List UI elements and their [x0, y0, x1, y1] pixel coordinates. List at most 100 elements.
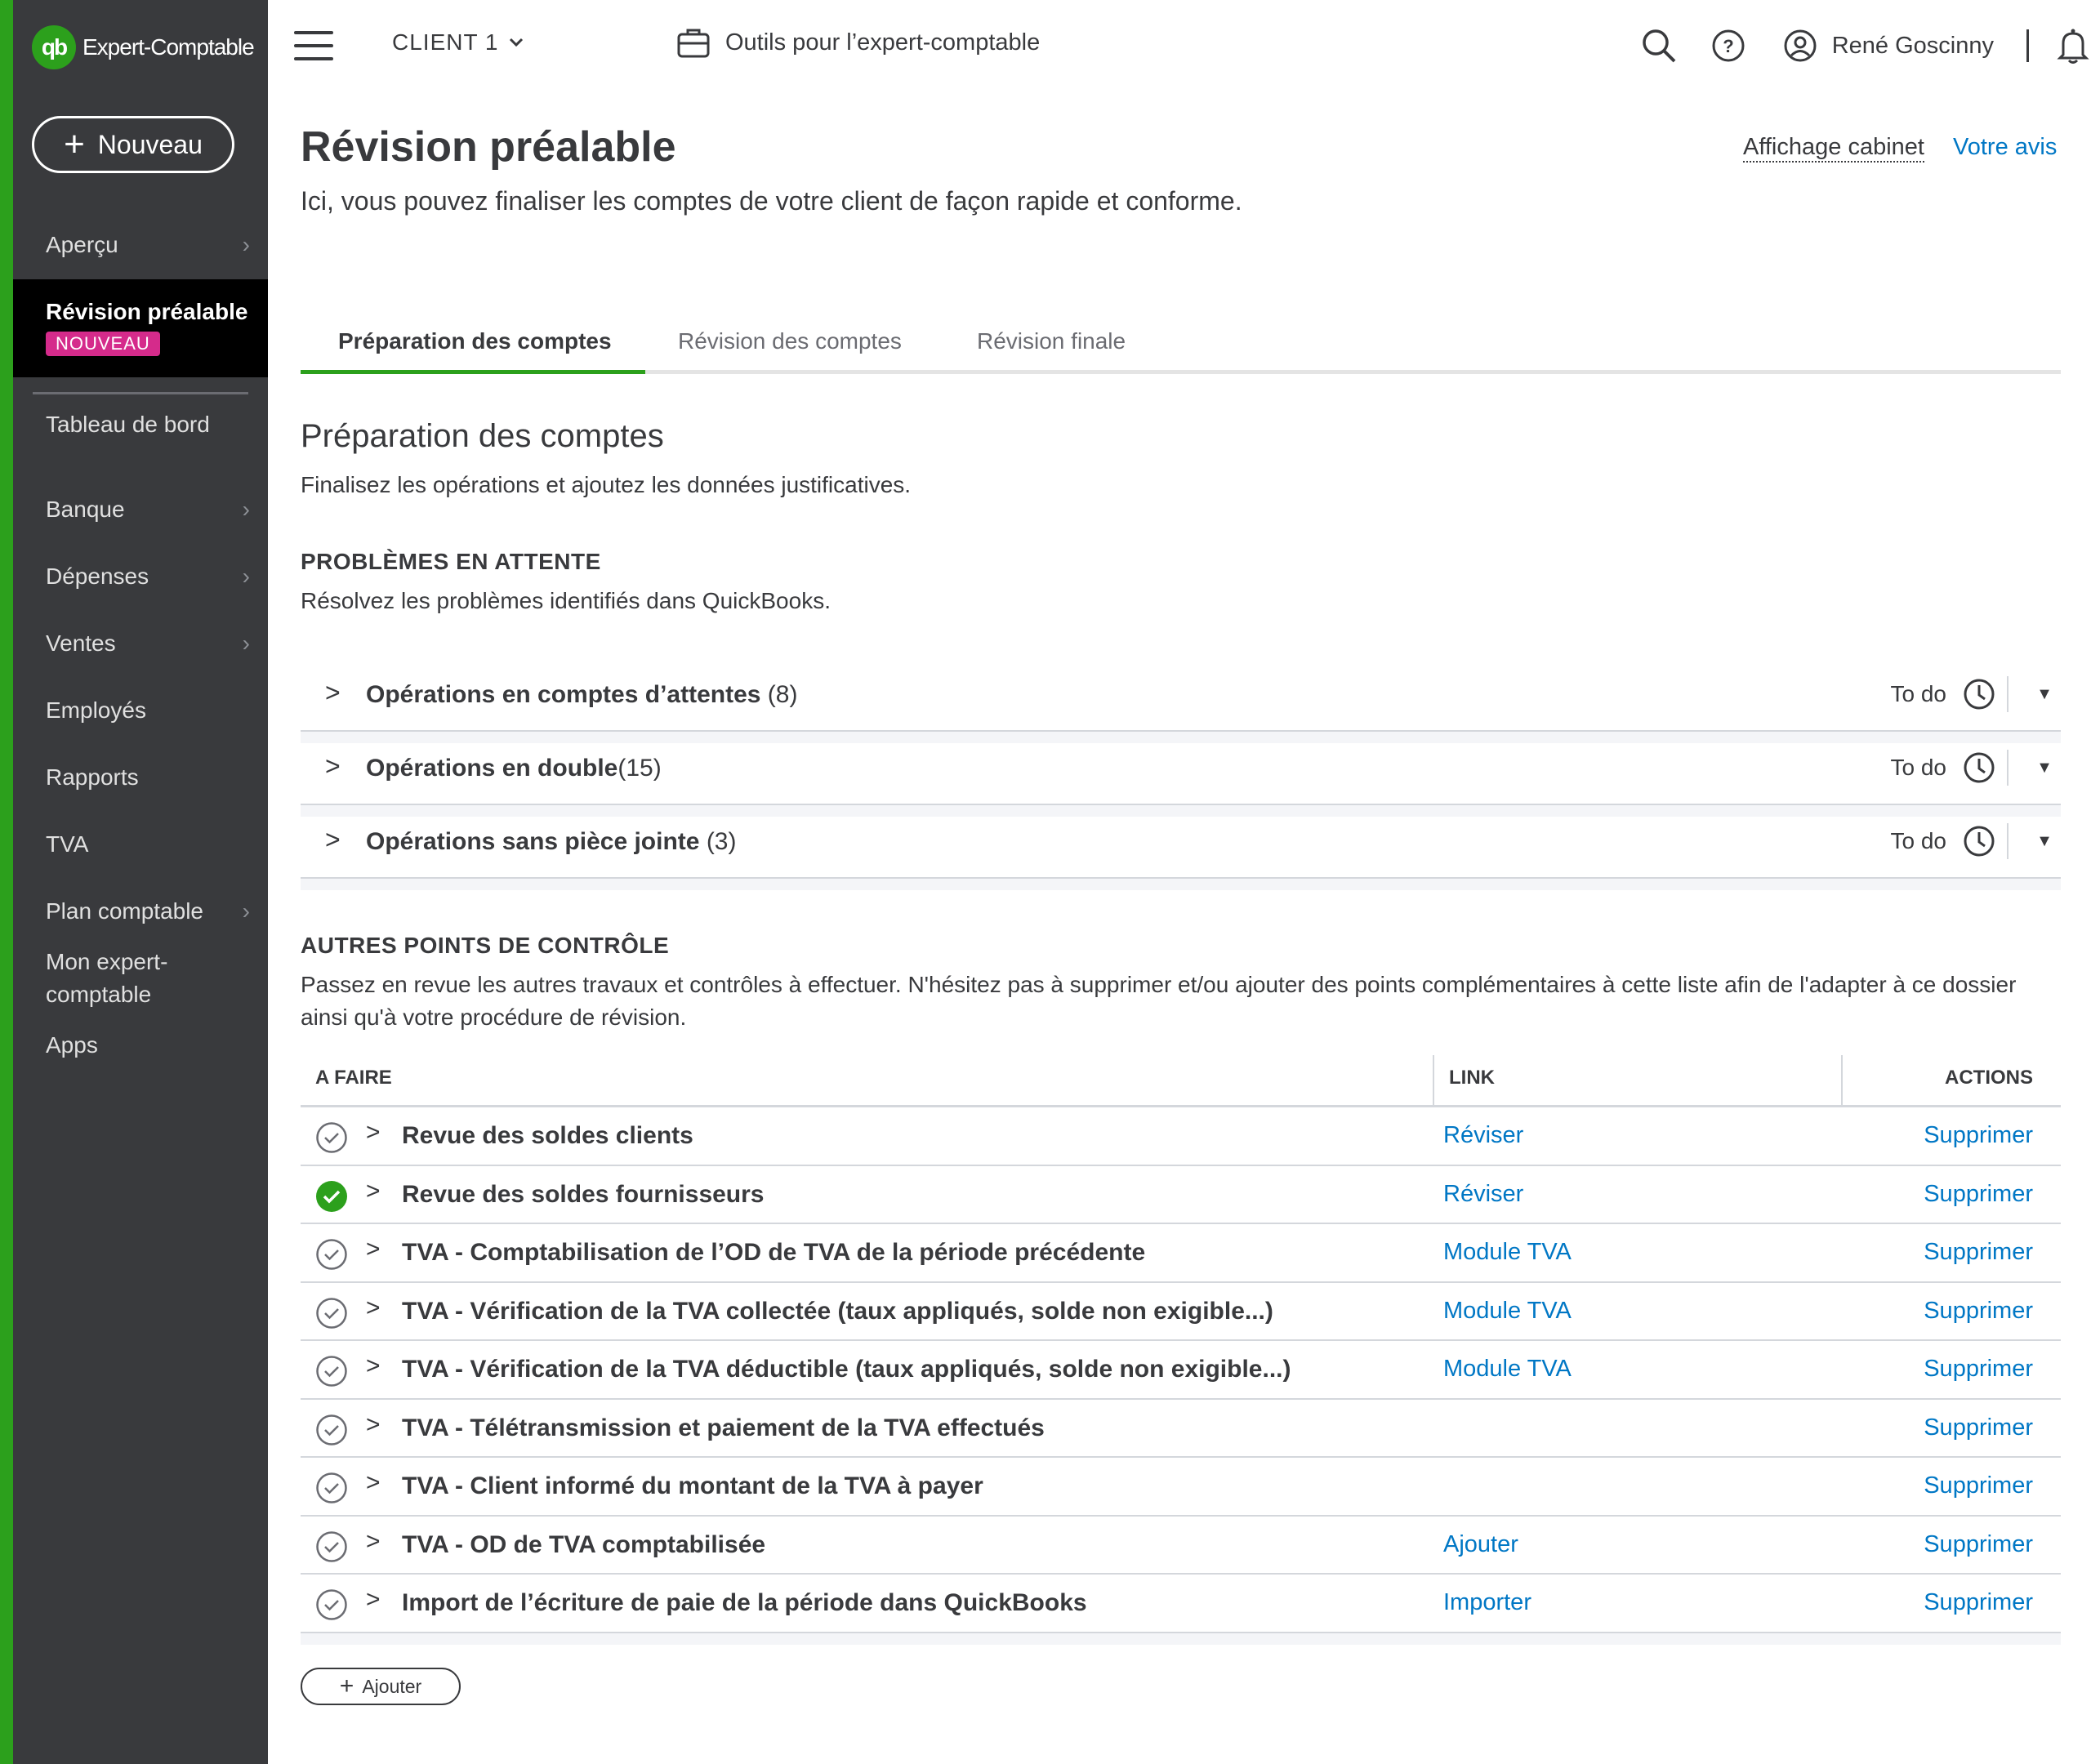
chevron-right-icon[interactable]: >: [366, 1469, 381, 1497]
add-checkpoint-button[interactable]: + Ajouter: [301, 1668, 461, 1705]
section-title: Préparation des comptes: [301, 418, 664, 454]
tab-revision-des-comptes[interactable]: Révision des comptes: [678, 328, 902, 354]
chevron-right-icon[interactable]: >: [366, 1119, 381, 1147]
plus-icon: +: [64, 124, 85, 164]
task-link[interactable]: Réviser: [1443, 1181, 1523, 1208]
new-button[interactable]: + Nouveau: [32, 116, 234, 173]
delete-link[interactable]: Supprimer: [1924, 1589, 2033, 1616]
status-dropdown-icon[interactable]: ▼: [2028, 832, 2061, 851]
sidebar-item-plan-comptable[interactable]: Plan comptable ›: [13, 895, 268, 928]
issue-row[interactable]: > Opérations sans pièce jointe (3) To do…: [301, 805, 2061, 879]
task-link[interactable]: Module TVA: [1443, 1356, 1572, 1383]
table-row[interactable]: > TVA - Vérification de la TVA collectée …: [301, 1283, 2061, 1341]
issue-count: (8): [767, 681, 798, 708]
menu-icon[interactable]: [294, 31, 333, 60]
table-row[interactable]: > TVA - Vérification de la TVA déductible…: [301, 1341, 2061, 1400]
sidebar-item-rapports[interactable]: Rapports: [13, 761, 268, 794]
chevron-right-icon[interactable]: >: [325, 678, 341, 708]
search-icon[interactable]: [1641, 28, 1677, 64]
issue-status: To do ▼: [1891, 822, 2062, 861]
status-dropdown-icon[interactable]: ▼: [2028, 759, 2061, 777]
row-separator: [301, 879, 2061, 890]
check-circle-icon[interactable]: [315, 1238, 348, 1271]
task-link[interactable]: Réviser: [1443, 1122, 1523, 1149]
check-circle-icon[interactable]: [315, 1530, 348, 1563]
bell-icon[interactable]: [2057, 27, 2089, 65]
logo[interactable]: qb Expert-Comptable: [32, 24, 255, 70]
issue-title: Opérations en comptes d’attentes: [366, 681, 761, 708]
user-name[interactable]: René Goscinny: [1832, 33, 1994, 60]
sidebar-item-label: Rapports: [46, 764, 139, 790]
chevron-right-icon[interactable]: >: [366, 1411, 381, 1439]
delete-link[interactable]: Supprimer: [1924, 1531, 2033, 1558]
chevron-right-icon[interactable]: >: [366, 1352, 381, 1380]
delete-link[interactable]: Supprimer: [1924, 1414, 2033, 1441]
issue-label: Opérations en comptes d’attentes (8): [366, 681, 797, 709]
check-circle-icon[interactable]: [315, 1414, 348, 1446]
delete-link[interactable]: Supprimer: [1924, 1122, 2033, 1149]
chevron-right-icon[interactable]: >: [366, 1294, 381, 1322]
clock-icon: [1964, 752, 1995, 783]
sidebar-item-ventes[interactable]: Ventes ›: [13, 627, 268, 660]
table-row[interactable]: > Revue des soldes fournisseurs Réviser Sup…: [301, 1166, 2061, 1224]
task-link[interactable]: Ajouter: [1443, 1531, 1518, 1558]
chevron-right-icon[interactable]: >: [366, 1528, 381, 1556]
accountant-tools-button[interactable]: Outils pour l’expert-comptable: [676, 26, 1040, 59]
issue-count: (3): [706, 828, 737, 855]
table-row[interactable]: > TVA - Client informé du montant de la T…: [301, 1458, 2061, 1517]
task-link[interactable]: Module TVA: [1443, 1298, 1572, 1325]
chevron-right-icon: ›: [242, 564, 250, 589]
check-circle-icon[interactable]: [315, 1355, 348, 1388]
check-circle-icon[interactable]: [315, 1472, 348, 1504]
delete-link[interactable]: Supprimer: [1924, 1298, 2033, 1325]
sidebar-item-mon-expert-comptable[interactable]: Mon expert-comptable: [13, 946, 217, 1011]
chevron-right-icon[interactable]: >: [366, 1236, 381, 1263]
delete-link[interactable]: Supprimer: [1924, 1181, 2033, 1208]
user-icon[interactable]: [1783, 29, 1817, 63]
delete-link[interactable]: Supprimer: [1924, 1239, 2033, 1266]
sidebar-item-depenses[interactable]: Dépenses ›: [13, 560, 268, 593]
sidebar-item-tva[interactable]: TVA: [13, 828, 268, 861]
chevron-right-icon[interactable]: >: [366, 1586, 381, 1614]
check-circle-icon[interactable]: [315, 1297, 348, 1330]
check-circle-icon[interactable]: [315, 1588, 348, 1621]
sidebar-item-revision-prealable[interactable]: Révision préalable NOUVEAU: [13, 279, 268, 377]
issue-row[interactable]: > Opérations en comptes d’attentes (8) T…: [301, 658, 2061, 732]
table-row[interactable]: > TVA - Télétransmission et paiement de l…: [301, 1400, 2061, 1458]
table-row[interactable]: > TVA - OD de TVA comptabilisée Ajouter Sup…: [301, 1517, 2061, 1575]
column-header-link: LINK: [1449, 1067, 1495, 1089]
chevron-right-icon[interactable]: >: [325, 825, 341, 855]
sidebar-item-apps[interactable]: Apps: [13, 1029, 268, 1062]
delete-link[interactable]: Supprimer: [1924, 1472, 2033, 1499]
chevron-right-icon[interactable]: >: [366, 1178, 381, 1205]
tab-revision-finale[interactable]: Révision finale: [977, 328, 1126, 354]
sidebar-divider: [33, 392, 248, 394]
checklist-table: A FAIRE LINK ACTIONS > Revue des soldes c…: [301, 1055, 2061, 1645]
task-link[interactable]: Module TVA: [1443, 1239, 1572, 1266]
chevron-right-icon[interactable]: >: [325, 751, 341, 782]
issue-row[interactable]: > Opérations en double(15) To do ▼: [301, 732, 2061, 805]
table-row[interactable]: > Import de l’écriture de paie de la péri…: [301, 1575, 2061, 1633]
new-badge: NOUVEAU: [46, 332, 160, 356]
delete-link[interactable]: Supprimer: [1924, 1356, 2033, 1383]
sidebar-item-employes[interactable]: Employés: [13, 694, 268, 727]
check-circle-icon[interactable]: [315, 1121, 348, 1154]
firm-view-link[interactable]: Affichage cabinet: [1743, 134, 1924, 163]
task-label: Import de l’écriture de paie de la pério…: [402, 1589, 1087, 1616]
sidebar-item-apercu[interactable]: Aperçu ›: [13, 229, 268, 261]
sidebar-item-label: Ventes: [46, 630, 116, 656]
sidebar-item-banque[interactable]: Banque ›: [13, 493, 268, 526]
sidebar-item-tableau-de-bord[interactable]: Tableau de bord: [13, 408, 217, 441]
client-selector[interactable]: CLIENT 1: [392, 29, 524, 56]
help-icon[interactable]: ?: [1711, 29, 1745, 63]
tab-preparation-des-comptes[interactable]: Préparation des comptes: [338, 328, 612, 354]
logo-text: Expert-Comptable: [82, 34, 255, 60]
task-link[interactable]: Importer: [1443, 1589, 1531, 1616]
table-row[interactable]: > TVA - Comptabilisation de l’OD de TVA d…: [301, 1224, 2061, 1283]
issue-label: Opérations sans pièce jointe (3): [366, 828, 736, 856]
topbar-actions: ? René Goscinny: [1641, 23, 2091, 69]
feedback-link[interactable]: Votre avis: [1953, 134, 2057, 161]
checked-circle-icon[interactable]: [315, 1180, 348, 1213]
status-dropdown-icon[interactable]: ▼: [2028, 685, 2061, 704]
table-row[interactable]: > Revue des soldes clients Réviser Supprime…: [301, 1107, 2061, 1166]
